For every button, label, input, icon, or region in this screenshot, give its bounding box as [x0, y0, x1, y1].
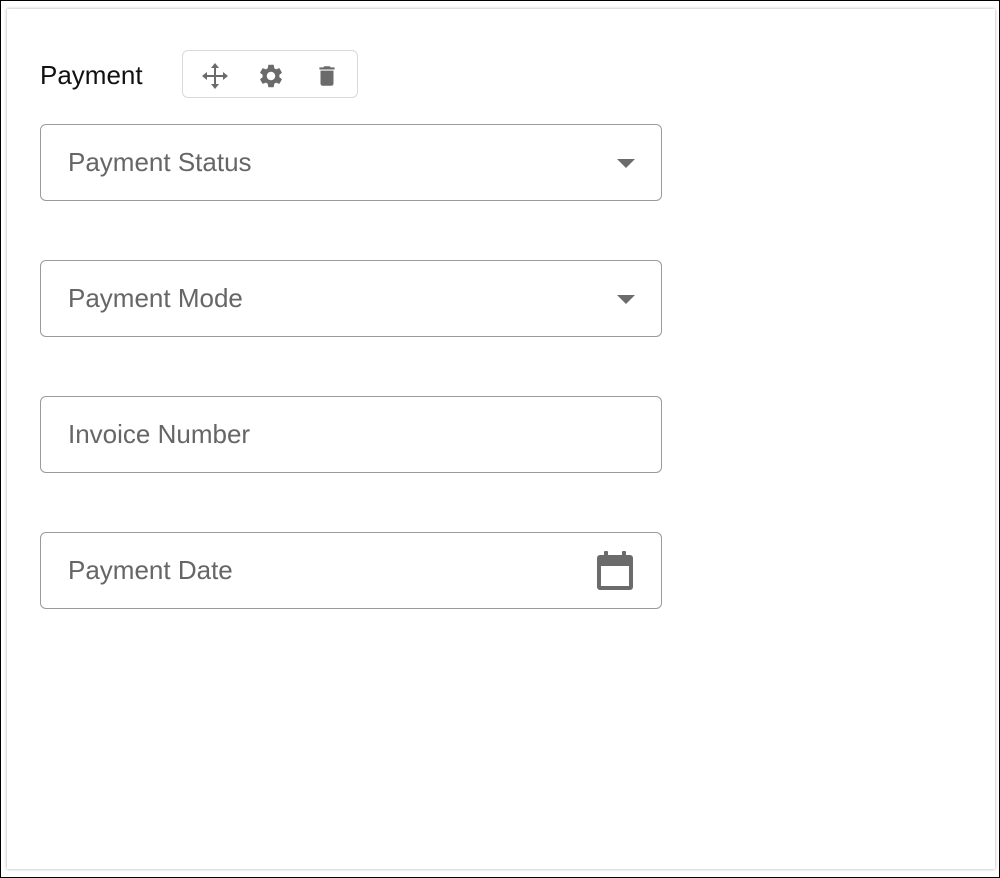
- form-panel: Payment Payment Status Payment Mode Invo…: [7, 9, 995, 869]
- payment-status-select[interactable]: Payment Status: [40, 124, 662, 201]
- move-icon: [202, 63, 228, 89]
- payment-mode-label: Payment Mode: [68, 283, 243, 313]
- delete-button[interactable]: [312, 61, 342, 91]
- payment-mode-select[interactable]: Payment Mode: [40, 260, 662, 337]
- trash-icon: [314, 62, 340, 90]
- calendar-icon[interactable]: [596, 551, 634, 596]
- move-button[interactable]: [200, 61, 230, 91]
- window-frame: Payment Payment Status Payment Mode Invo…: [0, 0, 1000, 878]
- invoice-number-input[interactable]: Invoice Number: [40, 396, 662, 473]
- chevron-down-icon: [617, 295, 635, 304]
- section-title: Payment: [40, 60, 143, 90]
- gear-icon: [257, 62, 285, 90]
- settings-button[interactable]: [256, 61, 286, 91]
- payment-date-label: Payment Date: [68, 555, 233, 585]
- chevron-down-icon: [617, 159, 635, 168]
- payment-status-label: Payment Status: [68, 147, 252, 177]
- invoice-number-label: Invoice Number: [68, 419, 251, 449]
- payment-date-input[interactable]: Payment Date: [40, 532, 662, 609]
- section-toolbar: [182, 50, 358, 98]
